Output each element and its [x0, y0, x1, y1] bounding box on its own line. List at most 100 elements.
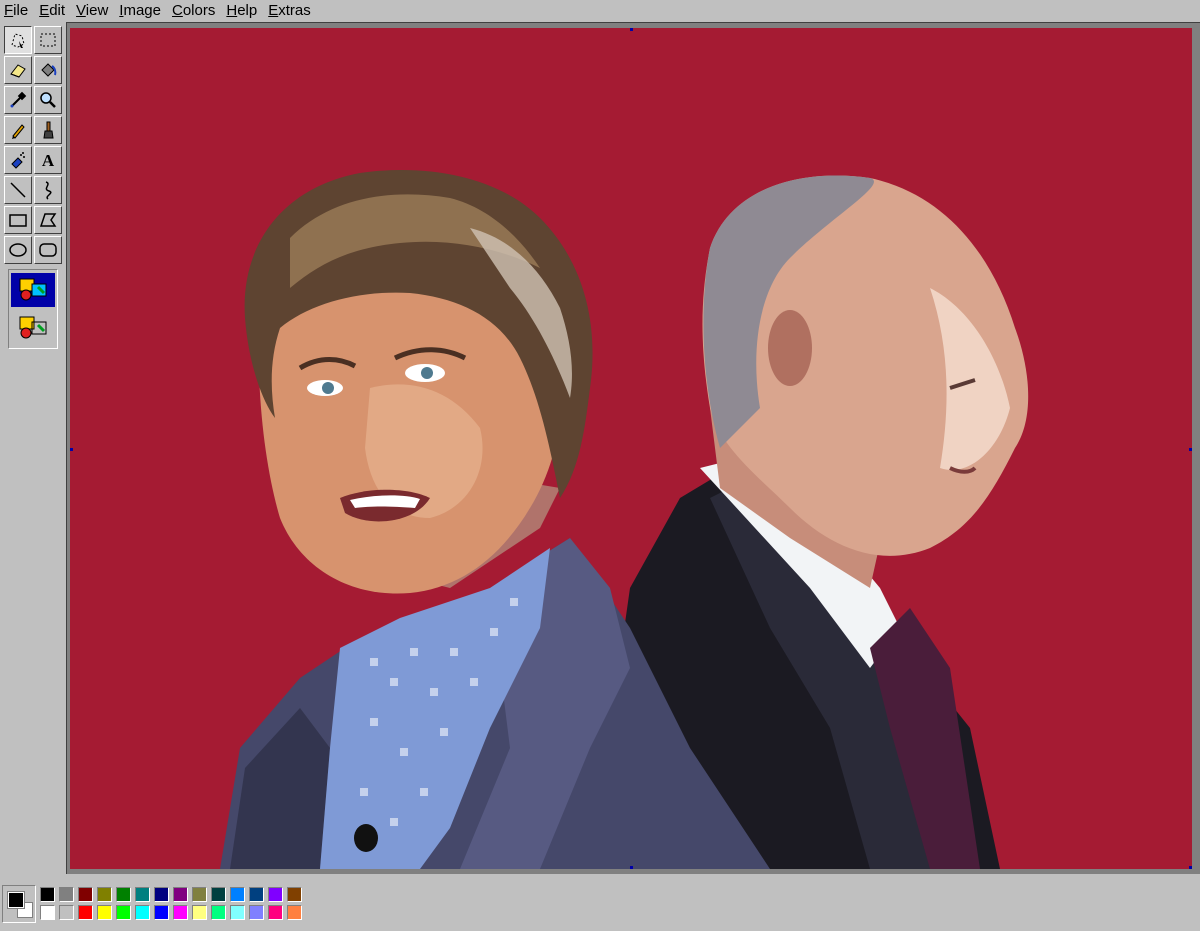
brush-tool[interactable] — [34, 116, 62, 144]
paint-bucket-icon — [41, 63, 57, 77]
rect-select-tool[interactable] — [34, 26, 62, 54]
fill-tool[interactable] — [34, 56, 62, 84]
palette-swatch[interactable] — [249, 905, 264, 920]
eyedropper-icon — [10, 91, 27, 108]
drawing-canvas[interactable] — [70, 28, 1192, 869]
menu-bar: File Edit View Image Colors Help Extras — [0, 0, 1200, 22]
menu-colors[interactable]: Colors — [167, 0, 221, 22]
airbrush-icon — [11, 152, 25, 169]
rounded-rectangle-icon — [39, 243, 57, 257]
palette-swatch[interactable] — [287, 905, 302, 920]
rectangle-tool[interactable] — [4, 206, 32, 234]
brush-icon — [43, 121, 54, 139]
polygon-icon — [39, 213, 57, 227]
tool-options-box — [8, 269, 58, 349]
menu-label-rest: olors — [182, 2, 216, 19]
palette-swatch[interactable] — [192, 905, 207, 920]
palette-swatch[interactable] — [173, 905, 188, 920]
ellipse-icon — [9, 243, 27, 257]
text-tool[interactable]: A — [34, 146, 62, 174]
eraser-icon — [10, 64, 26, 78]
menu-label-rest: elp — [237, 2, 258, 19]
tool-grid: A — [3, 25, 63, 265]
airbrush-tool[interactable] — [4, 146, 32, 174]
palette-swatch[interactable] — [40, 887, 55, 902]
curve-tool[interactable] — [34, 176, 62, 204]
menu-help[interactable]: Help — [221, 0, 263, 22]
menu-mnemonic: E — [268, 2, 279, 19]
palette-swatch[interactable] — [78, 905, 93, 920]
palette-swatch[interactable] — [173, 887, 188, 902]
palette-swatch[interactable] — [135, 887, 150, 902]
color-palette-bar — [0, 874, 1200, 931]
pencil-tool[interactable] — [4, 116, 32, 144]
menu-label-rest: xtras — [278, 2, 311, 19]
menu-extras[interactable]: Extras — [263, 0, 317, 22]
line-tool[interactable] — [4, 176, 32, 204]
menu-mnemonic: V — [76, 2, 86, 19]
palette-swatch[interactable] — [78, 887, 93, 902]
menu-mnemonic: E — [39, 2, 50, 19]
menu-file[interactable]: File — [0, 0, 34, 22]
palette-swatch[interactable] — [211, 905, 226, 920]
resize-handle-middle-right[interactable] — [1189, 448, 1192, 451]
palette-swatch[interactable] — [135, 905, 150, 920]
palette-swatch[interactable] — [154, 887, 169, 902]
free-form-select-icon — [11, 33, 25, 48]
opaque-selection-option[interactable] — [11, 273, 55, 307]
rounded-rectangle-tool[interactable] — [34, 236, 62, 264]
menu-mnemonic: F — [4, 2, 14, 19]
menu-edit[interactable]: Edit — [34, 0, 71, 22]
palette-swatch[interactable] — [97, 905, 112, 920]
palette-swatches — [38, 886, 304, 922]
palette-swatch[interactable] — [211, 887, 226, 902]
palette-swatch[interactable] — [97, 887, 112, 902]
transparent-selection-option[interactable] — [11, 311, 55, 345]
palette-swatch[interactable] — [40, 905, 55, 920]
magnifier-tool[interactable] — [34, 86, 62, 114]
eraser-tool[interactable] — [4, 56, 32, 84]
line-icon — [10, 182, 26, 198]
svg-text:A: A — [42, 151, 55, 170]
palette-swatch[interactable] — [268, 887, 283, 902]
palette-swatch[interactable] — [192, 887, 207, 902]
palette-swatch[interactable] — [287, 887, 302, 902]
palette-swatch[interactable] — [59, 887, 74, 902]
curve-icon — [45, 181, 52, 200]
magnifier-icon — [40, 92, 56, 108]
palette-swatch[interactable] — [154, 905, 169, 920]
menu-label-rest: ile — [13, 2, 29, 19]
palette-swatch[interactable] — [268, 905, 283, 920]
canvas-artwork — [70, 28, 1192, 869]
resize-handle-middle-left[interactable] — [70, 448, 73, 451]
resize-handle-bottom-center[interactable] — [630, 866, 633, 869]
free-form-select-tool[interactable] — [4, 26, 32, 54]
menu-mnemonic: H — [226, 2, 238, 19]
foreground-color-swatch — [7, 891, 25, 909]
rectangle-icon — [9, 214, 27, 227]
canvas-workspace — [66, 22, 1200, 874]
transparent-selection-icon — [19, 316, 47, 339]
current-colors-indicator — [2, 885, 36, 923]
palette-swatch[interactable] — [59, 905, 74, 920]
resize-handle-top-center[interactable] — [630, 28, 633, 31]
palette-swatch[interactable] — [116, 905, 131, 920]
polygon-tool[interactable] — [34, 206, 62, 234]
palette-swatch[interactable] — [249, 887, 264, 902]
resize-handle-bottom-right[interactable] — [1189, 866, 1192, 869]
text-icon: A — [42, 151, 55, 170]
palette-swatch[interactable] — [116, 887, 131, 902]
paint-window: File Edit View Image Colors Help Extras A — [0, 0, 1200, 931]
menu-label-rest: mage — [123, 2, 161, 19]
menu-mnemonic: C — [172, 2, 183, 19]
rect-select-icon — [40, 33, 56, 47]
pick-color-tool[interactable] — [4, 86, 32, 114]
menu-image[interactable]: Image — [114, 0, 167, 22]
palette-swatch[interactable] — [230, 887, 245, 902]
opaque-selection-icon — [19, 278, 47, 301]
menu-label-rest: dit — [49, 2, 66, 19]
ellipse-tool[interactable] — [4, 236, 32, 264]
palette-swatch[interactable] — [230, 905, 245, 920]
menu-view[interactable]: View — [71, 0, 114, 22]
menu-label-rest: iew — [85, 2, 109, 19]
